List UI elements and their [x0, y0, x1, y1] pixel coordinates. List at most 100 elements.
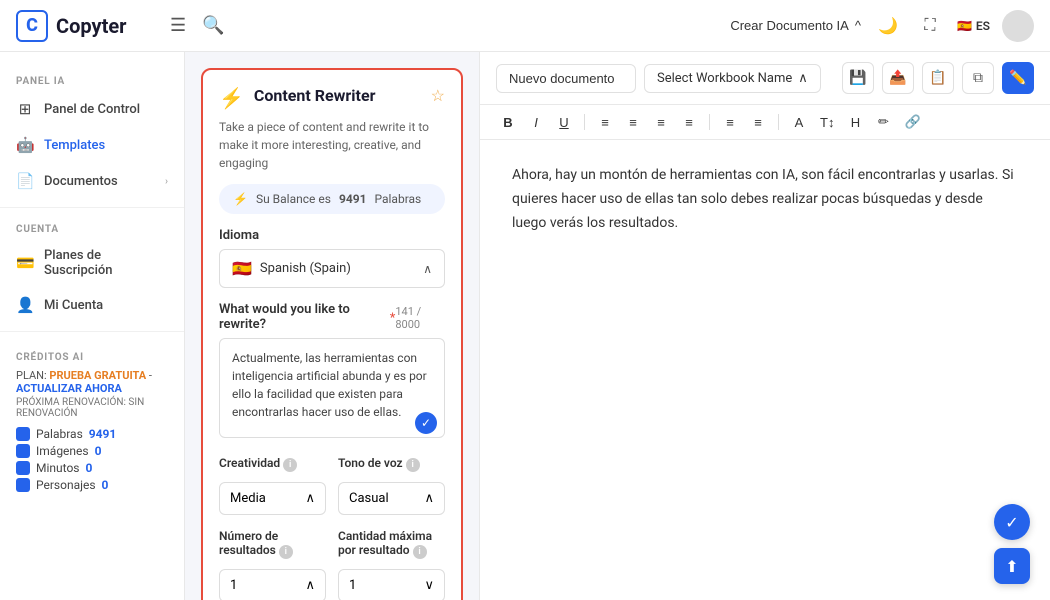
idioma-select[interactable]: 🇪🇸 Spanish (Spain) ∧: [219, 249, 445, 288]
grid-icon: ⊞: [16, 100, 34, 118]
creatividad-tono-row: Creatividad i Media ∧ Tono de voz i Casu…: [219, 456, 445, 515]
link-button[interactable]: 🔗: [899, 111, 925, 133]
creditos-label: CRÉDITOS AI: [16, 352, 168, 363]
sidebar-item-planes[interactable]: 💳 Planes de Suscripción: [0, 239, 184, 287]
editor-panel: Select Workbook Name ∧ 💾 📤 📋 ⧉ ✏️ B I: [480, 52, 1050, 600]
chevron-down-icon: ∨: [424, 578, 434, 593]
logo-area: C Copyter: [16, 10, 146, 42]
minutos-value: 0: [85, 461, 92, 475]
favorite-button[interactable]: ☆: [431, 86, 445, 106]
ai-doc-button[interactable]: ✏️: [1002, 62, 1034, 94]
doc-name-input[interactable]: [496, 64, 636, 93]
cantidad-group: Cantidad máxima por resultado i 1 ∨: [338, 529, 445, 600]
personajes-label: Personajes: [36, 478, 96, 492]
format-separator-3: [778, 114, 779, 130]
logo-box: C: [16, 10, 48, 42]
user-icon: 👤: [16, 296, 34, 314]
tono-info-icon[interactable]: i: [406, 458, 420, 472]
balance-bar: ⚡ Su Balance es 9491 Palabras: [219, 184, 445, 214]
duplicate-doc-button[interactable]: ⧉: [962, 62, 994, 94]
minutos-label: Minutos: [36, 461, 79, 475]
lang-label: ES: [976, 19, 990, 33]
logo-letter: C: [26, 15, 38, 36]
list-ordered-button[interactable]: ≡: [718, 112, 742, 133]
copy-doc-button[interactable]: 📋: [922, 62, 954, 94]
menu-icon[interactable]: ☰: [170, 15, 186, 36]
balance-suffix: Palabras: [374, 192, 421, 206]
credits-section: CRÉDITOS AI PLAN: PRUEBA GRATUITA - ACTU…: [0, 340, 184, 507]
num-resultados-label: Número de resultados i: [219, 529, 326, 559]
editor-paragraph: Ahora, hay un montón de herramientas con…: [512, 164, 1018, 235]
cantidad-info-icon[interactable]: i: [413, 545, 427, 559]
italic-button[interactable]: I: [524, 112, 548, 133]
document-icon: 📄: [16, 172, 34, 190]
chevron-up-icon: ∧: [423, 262, 432, 276]
creatividad-info-icon[interactable]: i: [283, 458, 297, 472]
user-avatar[interactable]: [1002, 10, 1034, 42]
idioma-value: Spanish (Spain): [260, 261, 415, 276]
nav-icons: ☰ 🔍: [170, 15, 730, 36]
num-resultados-select[interactable]: 1 ∧: [219, 569, 326, 600]
tool-card-header: ⚡ Content Rewriter ☆: [219, 86, 445, 110]
proxima-renovacion: PRÓXIMA RENOVACIÓN: SIN RENOVACIÓN: [16, 397, 168, 419]
chevron-up-icon: ∧: [305, 578, 315, 593]
sidebar-item-templates[interactable]: 🤖 Templates: [0, 127, 184, 163]
plan-prueba: PRUEBA GRATUITA: [49, 369, 146, 382]
imagenes-value: 0: [95, 444, 102, 458]
bold-button[interactable]: B: [496, 112, 520, 133]
chevron-up-icon: ∧: [798, 71, 808, 86]
scroll-to-top-button[interactable]: ⬆: [994, 548, 1030, 584]
spain-flag-icon: 🇪🇸: [232, 259, 252, 278]
fullscreen-button[interactable]: ⛶: [915, 11, 945, 41]
imagenes-label: Imágenes: [36, 444, 89, 458]
dark-mode-button[interactable]: 🌙: [873, 11, 903, 41]
format-separator-2: [709, 114, 710, 130]
justify-button[interactable]: ≡: [677, 112, 701, 133]
list-unordered-button[interactable]: ≡: [746, 112, 770, 133]
num-resultados-info-icon[interactable]: i: [279, 545, 293, 559]
tono-label: Tono de voz i: [338, 456, 445, 472]
credit-palabras: Palabras 9491: [16, 427, 168, 441]
panel-ia-label: PANEL IA: [0, 68, 184, 91]
float-check-button[interactable]: ✓: [994, 504, 1030, 540]
sidebar: PANEL IA ⊞ Panel de Control 🤖 Templates …: [0, 52, 185, 600]
char-count: 141 / 8000: [395, 305, 445, 331]
tono-select[interactable]: Casual ∧: [338, 482, 445, 515]
align-center-button[interactable]: ≡: [621, 112, 645, 133]
align-left-button[interactable]: ≡: [593, 112, 617, 133]
credit-imagenes: Imágenes 0: [16, 444, 168, 458]
nav-right: Crear Documento IA ^ 🌙 ⛶ 🇪🇸 ES: [730, 10, 1034, 42]
rewrite-label: What would you like to rewrite?: [219, 302, 388, 332]
underline-button[interactable]: U: [552, 112, 576, 133]
language-selector[interactable]: 🇪🇸 ES: [957, 19, 990, 33]
textarea-check-icon: ✓: [415, 412, 437, 434]
tono-group: Tono de voz i Casual ∧: [338, 456, 445, 515]
editor-content[interactable]: Ahora, hay un montón de herramientas con…: [480, 140, 1050, 600]
creatividad-select[interactable]: Media ∧: [219, 482, 326, 515]
align-right-button[interactable]: ≡: [649, 112, 673, 133]
num-resultados-group: Número de resultados i 1 ∧: [219, 529, 326, 600]
sidebar-item-label: Mi Cuenta: [44, 298, 103, 313]
heading-button[interactable]: H: [843, 112, 867, 133]
cantidad-select[interactable]: 1 ∨: [338, 569, 445, 600]
draw-button[interactable]: ✏: [871, 111, 895, 133]
actualizar-link[interactable]: ACTUALIZAR AHORA: [16, 382, 122, 395]
chevron-down-icon: ∧: [305, 491, 315, 506]
top-nav: C Copyter ☰ 🔍 Crear Documento IA ^ 🌙 ⛶ 🇪…: [0, 0, 1050, 52]
font-color-button[interactable]: A: [787, 112, 811, 133]
format-bar: B I U ≡ ≡ ≡ ≡ ≡ ≡ A T↕ H ✏ 🔗: [480, 105, 1050, 140]
sidebar-item-label: Templates: [44, 138, 105, 153]
crear-documento-button[interactable]: Crear Documento IA ^: [730, 18, 861, 33]
save-doc-button[interactable]: 💾: [842, 62, 874, 94]
rewrite-textarea[interactable]: Actualmente, las herramientas con inteli…: [219, 338, 445, 438]
sidebar-item-panel-control[interactable]: ⊞ Panel de Control: [0, 91, 184, 127]
sidebar-item-documentos[interactable]: 📄 Documentos ›: [0, 163, 184, 199]
sidebar-item-mi-cuenta[interactable]: 👤 Mi Cuenta: [0, 287, 184, 323]
font-size-button[interactable]: T↕: [815, 112, 839, 133]
search-icon[interactable]: 🔍: [202, 15, 224, 36]
sidebar-item-label: Planes de Suscripción: [44, 248, 168, 278]
export-doc-button[interactable]: 📤: [882, 62, 914, 94]
textarea-wrapper: Actualmente, las herramientas con inteli…: [219, 338, 445, 442]
chevron-up-icon: ^: [855, 18, 861, 33]
workbook-select[interactable]: Select Workbook Name ∧: [644, 64, 821, 93]
